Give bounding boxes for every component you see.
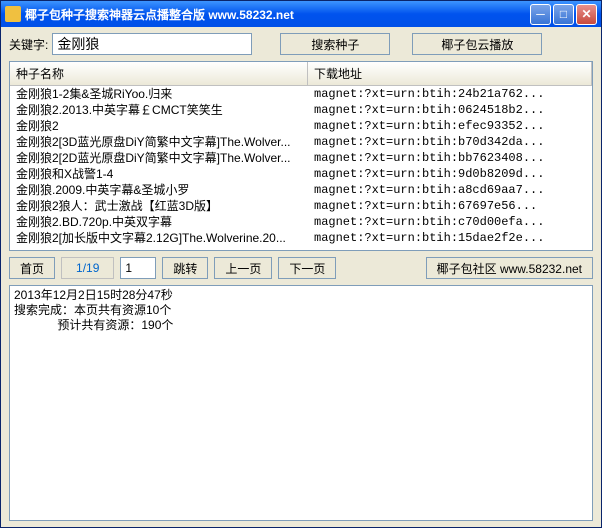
results-list: 种子名称 下载地址 金刚狼1-2集&圣城RiYoo.归来magnet:?xt=u… [9, 61, 593, 251]
cell-name: 金刚狼2狼人：武士激战【红蓝3D版】 [10, 198, 308, 214]
cell-name: 金刚狼和X战警1-4 [10, 166, 308, 182]
cell-url: magnet:?xt=urn:btih:a8cd69aa7... [308, 182, 592, 198]
log-panel: 2013年12月2日15时28分47秒搜索完成：本页共有资源10个 预计共有资源… [9, 285, 593, 521]
cell-url: magnet:?xt=urn:btih:15dae2f2e... [308, 230, 592, 246]
cell-url: magnet:?xt=urn:btih:bb7623408... [308, 150, 592, 166]
next-page-button[interactable]: 下一页 [278, 257, 336, 279]
client-area: 关键字: 搜索种子 椰子包云播放 种子名称 下载地址 金刚狼1-2集&圣城RiY… [1, 27, 601, 527]
cell-url: magnet:?xt=urn:btih:b70d342da... [308, 134, 592, 150]
cell-url: magnet:?xt=urn:btih:67697e56... [308, 198, 592, 214]
first-page-button[interactable]: 首页 [9, 257, 55, 279]
table-row[interactable]: 金刚狼2[加长版中文字幕2.12G]The.Wolverine.20...mag… [10, 230, 592, 246]
cell-name: 金刚狼2.2013.中英字幕￡CMCT笑笑生 [10, 102, 308, 118]
keyword-input[interactable] [52, 33, 252, 55]
table-row[interactable]: 金刚狼1-2集&圣城RiYoo.归来magnet:?xt=urn:btih:24… [10, 86, 592, 102]
cell-url: magnet:?xt=urn:btih:24b21a762... [308, 86, 592, 102]
cell-name: 金刚狼1-2集&圣城RiYoo.归来 [10, 86, 308, 102]
table-row[interactable]: 金刚狼和X战警1-4magnet:?xt=urn:btih:9d0b8209d.… [10, 166, 592, 182]
cloud-play-button[interactable]: 椰子包云播放 [412, 33, 542, 55]
table-row[interactable]: 金刚狼2.2013.中英字幕￡CMCT笑笑生magnet:?xt=urn:bti… [10, 102, 592, 118]
search-button[interactable]: 搜索种子 [280, 33, 390, 55]
search-row: 关键字: 搜索种子 椰子包云播放 [9, 33, 593, 55]
log-line: 预计共有资源：190个 [14, 318, 588, 333]
window-title: 椰子包种子搜索神器云点播整合版 www.58232.net [25, 6, 530, 23]
window-controls: ─ □ ✕ [530, 4, 597, 25]
col-header-name[interactable]: 种子名称 [10, 62, 308, 85]
table-row[interactable]: 金刚狼2[2D蓝光原盘DiY简繁中文字幕]The.Wolver...magnet… [10, 150, 592, 166]
cell-name: 金刚狼2.BD.720p.中英双字幕 [10, 214, 308, 230]
list-header: 种子名称 下载地址 [10, 62, 592, 86]
close-button[interactable]: ✕ [576, 4, 597, 25]
pager: 首页 1/19 跳转 上一页 下一页 椰子包社区 www.58232.net [9, 257, 593, 279]
cell-url: magnet:?xt=urn:btih:efec93352... [308, 118, 592, 134]
app-icon [5, 6, 21, 22]
table-row[interactable]: 金刚狼.2009.中英字幕&圣城小罗magnet:?xt=urn:btih:a8… [10, 182, 592, 198]
cell-name: 金刚狼2 [10, 118, 308, 134]
table-row[interactable]: 金刚狼2[3D蓝光原盘DiY简繁中文字幕]The.Wolver...magnet… [10, 134, 592, 150]
cell-name: 金刚狼2[加长版中文字幕2.12G]The.Wolverine.20... [10, 230, 308, 246]
log-line: 搜索完成：本页共有资源10个 [14, 303, 588, 318]
jump-button[interactable]: 跳转 [162, 257, 208, 279]
cell-name: 金刚狼.2009.中英字幕&圣城小罗 [10, 182, 308, 198]
table-row[interactable]: 金刚狼2magnet:?xt=urn:btih:efec93352... [10, 118, 592, 134]
keyword-label: 关键字: [9, 36, 48, 53]
cell-url: magnet:?xt=urn:btih:c70d00efa... [308, 214, 592, 230]
cell-url: magnet:?xt=urn:btih:9d0b8209d... [308, 166, 592, 182]
prev-page-button[interactable]: 上一页 [214, 257, 272, 279]
minimize-button[interactable]: ─ [530, 4, 551, 25]
page-indicator: 1/19 [61, 257, 114, 279]
titlebar[interactable]: 椰子包种子搜索神器云点播整合版 www.58232.net ─ □ ✕ [1, 1, 601, 27]
maximize-button[interactable]: □ [553, 4, 574, 25]
log-line: 2013年12月2日15时28分47秒 [14, 288, 588, 303]
col-header-url[interactable]: 下载地址 [308, 62, 592, 85]
cell-name: 金刚狼2[2D蓝光原盘DiY简繁中文字幕]The.Wolver... [10, 150, 308, 166]
cell-url: magnet:?xt=urn:btih:0624518b2... [308, 102, 592, 118]
cell-name: 金刚狼2[3D蓝光原盘DiY简繁中文字幕]The.Wolver... [10, 134, 308, 150]
community-button[interactable]: 椰子包社区 www.58232.net [426, 257, 593, 279]
table-row[interactable]: 金刚狼2.BD.720p.中英双字幕magnet:?xt=urn:btih:c7… [10, 214, 592, 230]
list-body: 金刚狼1-2集&圣城RiYoo.归来magnet:?xt=urn:btih:24… [10, 86, 592, 246]
table-row[interactable]: 金刚狼2狼人：武士激战【红蓝3D版】magnet:?xt=urn:btih:67… [10, 198, 592, 214]
page-input[interactable] [120, 257, 156, 279]
app-window: 椰子包种子搜索神器云点播整合版 www.58232.net ─ □ ✕ 关键字:… [0, 0, 602, 528]
